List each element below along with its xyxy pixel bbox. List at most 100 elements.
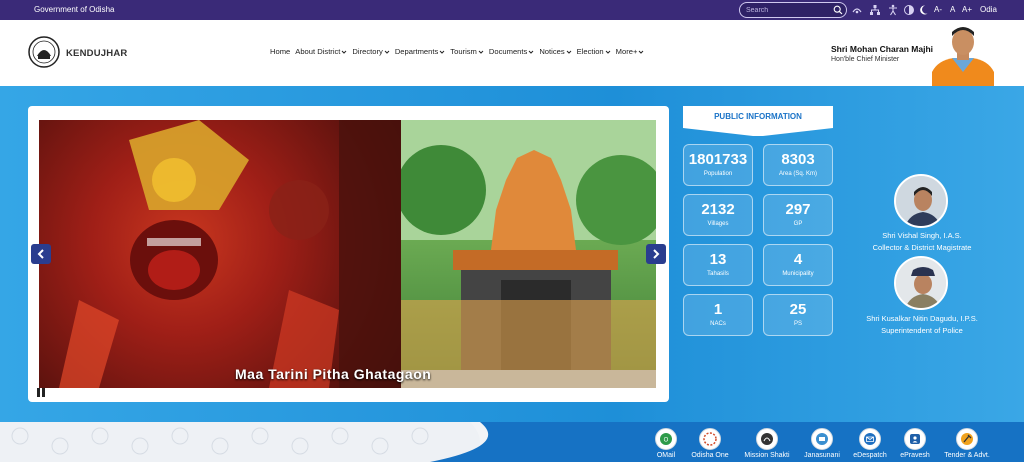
quick-link-tender[interactable]: Tender & Advt.	[937, 428, 997, 459]
nav-label: Election	[576, 47, 604, 56]
language-toggle[interactable]: Odia	[980, 5, 997, 14]
collector-info: Shri Vishal Singh, I.A.S. Collector & Di…	[858, 231, 986, 252]
mission-shakti-icon	[761, 433, 773, 445]
collector-role: Collector & District Magistrate	[872, 243, 972, 252]
svg-text:O: O	[664, 438, 669, 444]
image-slider-card: Maa Tarini Pitha Ghatagaon	[28, 106, 669, 402]
site-header: KENDUJHAR Home About District Directory …	[0, 20, 1024, 86]
dark-mode-icon[interactable]	[919, 4, 931, 16]
chevron-down-icon	[528, 50, 534, 54]
nav-election[interactable]: Election	[577, 47, 611, 56]
odisha-emblem-logo[interactable]	[28, 34, 60, 70]
stat-label: NACs	[710, 321, 726, 327]
screen-reader-icon[interactable]	[851, 4, 863, 16]
nav-label: Tourism	[450, 47, 477, 56]
public-information-title: PUBLIC INFORMATION	[683, 106, 833, 128]
nav-tourism[interactable]: Tourism	[450, 47, 484, 56]
site-name[interactable]: KENDUJHAR	[66, 48, 127, 59]
sitemap-icon[interactable]	[869, 4, 881, 16]
stat-villages: 2132 Villages	[683, 194, 753, 236]
nav-directory[interactable]: Directory	[352, 47, 390, 56]
chief-minister-info: Shri Mohan Charan Majhi Hon'ble Chief Mi…	[831, 44, 933, 63]
font-decrease-button[interactable]: A-	[934, 5, 942, 14]
quick-links-bar: O OMail Odisha One Mission Shakti Janasun…	[0, 422, 1024, 462]
deity-image	[39, 120, 401, 388]
sp-portrait	[896, 258, 946, 308]
stat-ps: 25 PS	[763, 294, 833, 336]
slider-next-button[interactable]	[646, 244, 666, 264]
stat-area: 8303 Area (Sq. Km)	[763, 144, 833, 186]
quick-link-label: Odisha One	[691, 452, 729, 459]
slider-image[interactable]: Maa Tarini Pitha Ghatagaon	[39, 120, 656, 388]
stat-value: 25	[789, 301, 807, 318]
stat-tahasils: 13 Tahasils	[683, 244, 753, 286]
chevron-down-icon	[439, 50, 445, 54]
odisha-one-icon	[703, 432, 717, 446]
quick-link-epravesh[interactable]: ePravesh	[885, 428, 945, 459]
collector-name[interactable]: Shri Vishal Singh, I.A.S.	[858, 231, 986, 240]
stat-value: 4	[793, 251, 803, 268]
stat-value: 8303	[781, 151, 815, 168]
quick-link-label: Tender & Advt.	[944, 452, 990, 459]
stat-nacs: 1 NACs	[683, 294, 753, 336]
stat-label: PS	[793, 321, 802, 327]
omail-icon: O	[660, 433, 672, 445]
search-box[interactable]	[739, 2, 847, 18]
nav-notices[interactable]: Notices	[539, 47, 571, 56]
nav-label: Documents	[488, 47, 528, 56]
nav-about-district[interactable]: About District	[295, 47, 347, 56]
government-link[interactable]: Government of Odisha	[34, 5, 114, 14]
sp-role: Superintendent of Police	[881, 326, 963, 335]
quick-link-mission-shakti[interactable]: Mission Shakti	[737, 428, 797, 459]
stat-label: GP	[793, 221, 803, 227]
nav-documents[interactable]: Documents	[489, 47, 534, 56]
sp-name[interactable]: Shri Kusalkar Nitin Dagudu, I.P.S.	[850, 314, 994, 323]
pause-icon[interactable]	[37, 388, 45, 397]
quick-link-odisha-one[interactable]: Odisha One	[680, 428, 740, 459]
stat-label: Tahasils	[707, 271, 729, 277]
cm-name: Shri Mohan Charan Majhi	[831, 44, 934, 54]
nav-label: More+	[615, 47, 638, 56]
chevron-down-icon	[566, 50, 571, 54]
nav-more[interactable]: More+	[616, 47, 645, 56]
search-icon[interactable]	[833, 5, 843, 15]
nav-departments[interactable]: Departments	[395, 47, 445, 56]
stat-label: Municipality	[782, 271, 814, 277]
stat-municipality: 4 Municipality	[763, 244, 833, 286]
temple-illustration	[396, 120, 656, 388]
stat-label: Villages	[707, 221, 729, 227]
chevron-down-icon	[478, 50, 484, 54]
main-banner: Maa Tarini Pitha Ghatagaon PUBLIC INFORM…	[0, 86, 1024, 422]
epravesh-icon	[910, 434, 920, 444]
chevron-down-icon	[605, 50, 611, 54]
collector-portrait	[896, 176, 946, 226]
accessibility-icon[interactable]	[887, 4, 899, 16]
slider-prev-button[interactable]	[31, 244, 51, 264]
chevron-right-icon	[653, 249, 660, 259]
font-increase-button[interactable]: A+	[962, 5, 972, 14]
temple-image	[396, 120, 656, 388]
quick-link-label: Mission Shakti	[744, 452, 790, 459]
nav-label: About District	[295, 47, 341, 56]
slide-caption: Maa Tarini Pitha Ghatagaon	[235, 366, 432, 382]
nav-home[interactable]: Home	[270, 47, 290, 56]
title-notch	[683, 128, 833, 136]
chevron-down-icon	[384, 50, 390, 54]
chevron-down-icon	[639, 50, 644, 54]
cm-role: Hon'ble Chief Minister	[831, 56, 900, 63]
janasunani-icon	[816, 433, 828, 445]
chevron-down-icon	[342, 50, 347, 54]
stat-label: Area (Sq. Km)	[778, 171, 817, 177]
font-normal-button[interactable]: A	[950, 5, 955, 14]
collector-photo[interactable]	[894, 174, 948, 228]
main-nav: Home About District Directory Department…	[270, 47, 649, 56]
stat-value: 13	[709, 251, 727, 268]
sp-photo[interactable]	[894, 256, 948, 310]
contrast-icon[interactable]	[903, 4, 915, 16]
quick-link-label: ePravesh	[900, 452, 930, 459]
tender-icon	[961, 433, 973, 445]
nav-label: Home	[270, 47, 291, 56]
edespatch-icon	[864, 433, 876, 445]
stat-value: 2132	[701, 201, 735, 218]
search-input[interactable]	[746, 5, 832, 16]
